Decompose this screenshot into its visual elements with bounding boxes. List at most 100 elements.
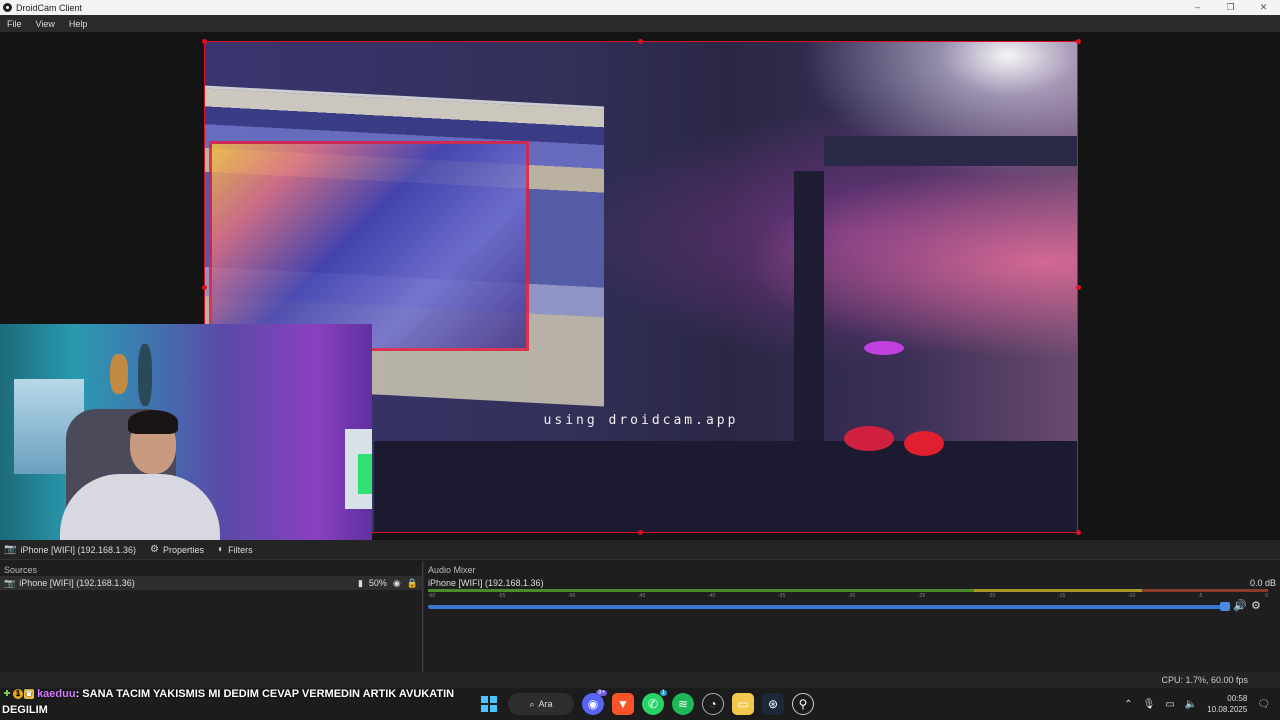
gear-icon: ⚙ [150, 544, 159, 555]
title-bar: DroidCam Client – ❐ ✕ [0, 0, 1280, 15]
sources-panel: Sources 📷 iPhone [WIFI] (192.168.1.36) ▮… [0, 561, 423, 672]
steam-icon[interactable]: ⊛ [762, 693, 784, 715]
obs-icon[interactable]: ◔ [702, 693, 724, 715]
source-list-item[interactable]: 📷 iPhone [WIFI] (192.168.1.36) ▮ 50% ◉ 🔒 [0, 576, 422, 590]
close-button[interactable]: ✕ [1247, 0, 1280, 15]
audio-mixer-header: Audio Mixer [424, 561, 1280, 576]
meter-tick: 0 [1265, 593, 1268, 599]
meter-tick: -35 [778, 593, 786, 599]
windows-start-icon[interactable] [478, 693, 500, 715]
camera-light-blob [864, 341, 904, 355]
resize-handle-tl[interactable] [202, 39, 207, 44]
chat-badges: ✚ 1 ♛ [2, 689, 34, 700]
properties-label: Properties [163, 544, 205, 555]
meter-tick: -40 [708, 593, 716, 599]
clock-time: 00:58 [1227, 694, 1248, 703]
camera-monitor-screen [209, 141, 529, 351]
selected-source[interactable]: 📷 iPhone [WIFI] (192.168.1.36) [0, 544, 136, 555]
discord-icon[interactable]: ◉ 9+ [582, 690, 607, 715]
system-tray: ⌃ 🎙 ▭ 🔈 00:58 10.08.2025 🗨 [1124, 693, 1270, 715]
resize-handle-top[interactable] [638, 39, 643, 44]
crown-badge-icon: ♛ [24, 689, 34, 700]
taskbar-search-label: Ara [538, 699, 553, 709]
sources-panel-header: Sources [0, 561, 422, 576]
audio-mixer-title: Audio Mixer [428, 565, 476, 575]
facecam-green-screen [358, 454, 372, 494]
cpu-fps-status: CPU: 1.7%, 60.00 fps [1161, 675, 1248, 685]
whatsapp-badge: 1 [659, 690, 667, 696]
audio-level-meter [428, 589, 1268, 592]
mixer-channel-row: iPhone [WIFI] (192.168.1.36) 0.0 dB [424, 576, 1280, 590]
meter-tick: -45 [638, 593, 646, 599]
clock[interactable]: 00:58 10.08.2025 [1207, 693, 1247, 715]
spotify-icon[interactable]: ≋ [672, 693, 694, 715]
meter-tick: -25 [918, 593, 926, 599]
meter-ticks: -60 -55 -50 -45 -40 -35 -30 -25 -20 -15 … [428, 593, 1268, 601]
audio-level-icon: ▮ [357, 577, 363, 588]
mixer-settings-gear-icon[interactable]: ⚙ [1251, 599, 1261, 612]
camera-shelf-shape [824, 136, 1078, 166]
file-explorer-icon[interactable]: ▭ [732, 693, 754, 715]
tray-chevron-up-icon[interactable]: ⌃ [1124, 699, 1132, 710]
chat-overlay: ✚ 1 ♛ kaeduu: SANA TACIM YAKISMIS MI DED… [2, 686, 462, 718]
meter-tick: -15 [1058, 593, 1066, 599]
filter-icon: ◐ [218, 544, 225, 555]
meter-tick: -10 [1128, 593, 1136, 599]
preview-area: using droidcam.app [0, 32, 1280, 540]
minimize-button[interactable]: – [1181, 0, 1214, 15]
camera-icon: 📷 [4, 577, 16, 588]
maximize-button[interactable]: ❐ [1214, 0, 1247, 15]
camera-desk-shape [374, 441, 1078, 533]
volume-icon[interactable]: 🔈 [1185, 699, 1197, 710]
resize-handle-tr[interactable] [1076, 39, 1081, 44]
brave-browser-icon[interactable]: ▼ [612, 693, 634, 715]
taskbar-search[interactable]: ⌕ Ara [508, 693, 574, 715]
source-row-controls: ▮ 50% ◉ 🔒 [358, 578, 418, 589]
resize-handle-left[interactable] [202, 285, 207, 290]
resize-handle-br[interactable] [1076, 530, 1081, 535]
visibility-eye-icon[interactable]: ◉ [393, 578, 401, 589]
maps-pin-icon[interactable]: ⚲ [792, 693, 814, 715]
network-icon[interactable]: ▭ [1165, 699, 1174, 710]
whatsapp-icon[interactable]: ✆ 1 [642, 690, 667, 715]
microphone-icon[interactable]: 🎙 [1143, 699, 1156, 710]
camera-icon: 📷 [4, 544, 17, 555]
speaker-mute-icon[interactable]: 🔊 [1233, 599, 1247, 612]
facecam-guitar-shape [110, 354, 128, 394]
source-volume: 50% [368, 578, 387, 588]
menu-file[interactable]: File [0, 19, 29, 29]
taskbar-apps: ⌕ Ara ◉ 9+ ▼ ✆ 1 ≋ ◔ ▭ ⊛ ⚲ [478, 690, 814, 716]
source-list-item-label: iPhone [WIFI] (192.168.1.36) [19, 578, 135, 588]
camera-red-blob [844, 426, 894, 451]
filters-label: Filters [228, 544, 253, 555]
volume-slider-track[interactable] [428, 605, 1226, 609]
camera-red-blob-2 [904, 431, 944, 456]
filters-button[interactable]: ◐ Filters [214, 544, 253, 555]
plus-badge-icon: ✚ [3, 689, 11, 699]
meter-tick: -60 [428, 593, 436, 599]
streamer-facecam [0, 324, 372, 540]
droidcam-app-icon [3, 3, 12, 12]
menu-view[interactable]: View [29, 19, 62, 29]
selected-source-label: iPhone [WIFI] (192.168.1.36) [20, 544, 137, 555]
properties-button[interactable]: ⚙ Properties [146, 544, 204, 555]
source-toolbar: 📷 iPhone [WIFI] (192.168.1.36) ⚙ Propert… [0, 540, 1280, 560]
bottom-panels: Sources 📷 iPhone [WIFI] (192.168.1.36) ▮… [0, 561, 1280, 672]
menu-help[interactable]: Help [62, 19, 95, 29]
resize-handle-right[interactable] [1076, 285, 1081, 290]
sources-title: Sources [4, 565, 38, 575]
window-controls: – ❐ ✕ [1181, 0, 1280, 15]
meter-tick: -30 [848, 593, 856, 599]
facecam-hair-shape [128, 410, 178, 434]
lock-icon[interactable]: 🔒 [407, 578, 418, 589]
gift-badge-icon: 1 [13, 689, 23, 700]
meter-tick: -50 [568, 593, 576, 599]
notifications-icon[interactable]: 🗨 [1257, 699, 1270, 710]
chat-username: kaeduu [37, 688, 76, 700]
meter-tick: -5 [1198, 593, 1203, 599]
menu-bar: File View Help [0, 15, 1280, 32]
resize-handle-bottom[interactable] [638, 530, 643, 535]
search-icon: ⌕ [529, 698, 535, 709]
volume-slider-handle[interactable] [1220, 602, 1230, 611]
clock-date: 10.08.2025 [1207, 705, 1248, 714]
